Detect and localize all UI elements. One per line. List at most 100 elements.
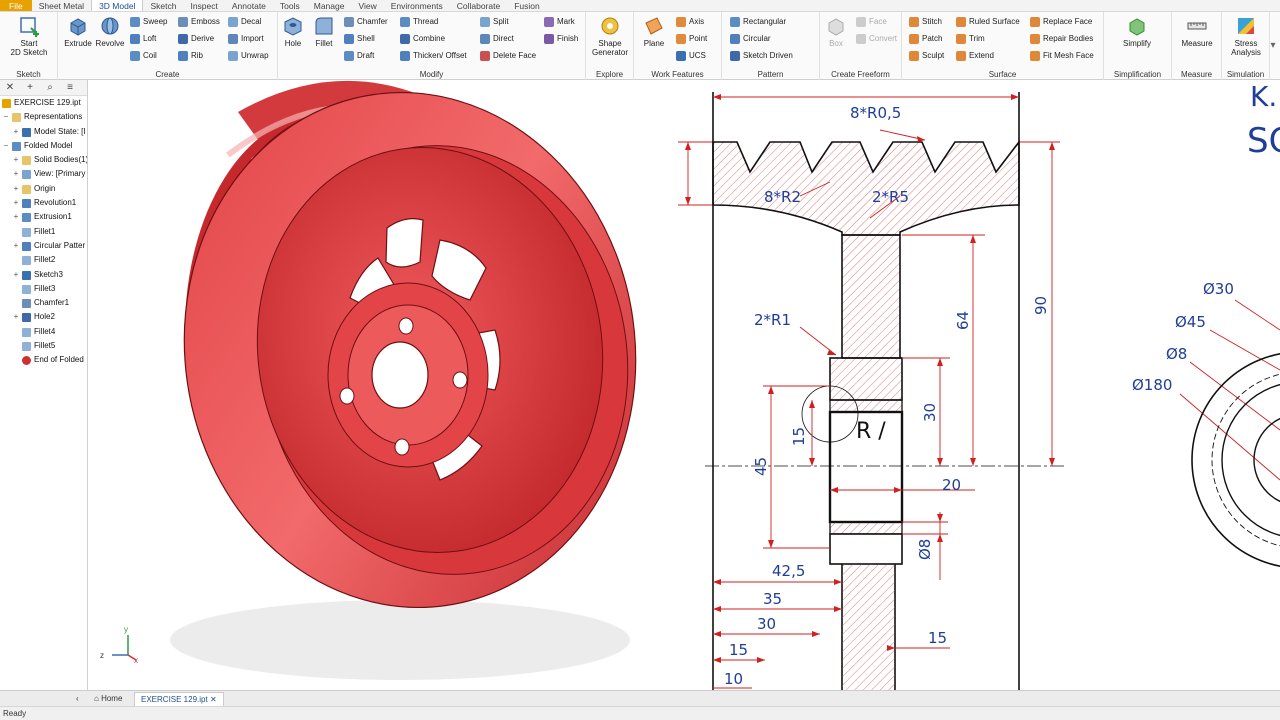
browser-node-fillet4[interactable]: Fillet4: [0, 325, 87, 339]
thread-button[interactable]: Thread: [400, 15, 438, 29]
menu-tab-view[interactable]: View: [351, 0, 383, 11]
expand-toggle-icon[interactable]: +: [12, 196, 20, 210]
menu-tab-3d-model[interactable]: 3D Model: [91, 0, 144, 11]
rectangular-pattern-button[interactable]: Rectangular: [730, 15, 786, 29]
sweep-button[interactable]: Sweep: [130, 15, 167, 29]
emboss-button[interactable]: Emboss: [178, 15, 220, 29]
split-button[interactable]: Split: [480, 15, 509, 29]
browser-node-model-state-i[interactable]: + Model State: [I: [0, 125, 87, 139]
browser-node-circular-patter[interactable]: + Circular Patter: [0, 239, 87, 253]
delete-face-button[interactable]: Delete Face: [480, 49, 536, 63]
expand-toggle-icon[interactable]: +: [12, 167, 20, 181]
sketch-driven-pattern-button[interactable]: Sketch Driven: [730, 49, 793, 63]
menu-tab-file[interactable]: File: [0, 0, 32, 11]
menu-tab-environments[interactable]: Environments: [384, 0, 450, 11]
decal-button[interactable]: Decal: [228, 15, 261, 29]
sculpt-button[interactable]: Sculpt: [909, 49, 944, 63]
menu-tab-fusion[interactable]: Fusion: [507, 0, 547, 11]
browser-node-exercise-129-ipt[interactable]: EXERCISE 129.ipt: [0, 96, 87, 110]
browser-node-fillet5[interactable]: Fillet5: [0, 339, 87, 353]
repair-bodies-button[interactable]: Repair Bodies: [1030, 32, 1093, 46]
loft-button[interactable]: Loft: [130, 32, 156, 46]
thicken-offset-button[interactable]: Thicken/ Offset: [400, 49, 467, 63]
search-icon[interactable]: ⌕: [40, 80, 60, 96]
expand-toggle-icon[interactable]: +: [12, 310, 20, 324]
graphics-viewport[interactable]: y z x 8*R0,5 8*R2 2*R5 2*R1 64 90 30 15 …: [88, 80, 1280, 690]
expand-toggle-icon[interactable]: +: [12, 182, 20, 196]
simplify-button[interactable]: Simplify: [1117, 15, 1157, 48]
browser-node-extrusion1[interactable]: + Extrusion1: [0, 210, 87, 224]
patch-button[interactable]: Patch: [909, 32, 942, 46]
shape-generator-button[interactable]: Shape Generator: [590, 15, 630, 57]
expand-toggle-icon[interactable]: +: [12, 210, 20, 224]
finish-button[interactable]: Finish: [544, 32, 578, 46]
point-button[interactable]: Point: [676, 32, 707, 46]
ucs-button[interactable]: UCS: [676, 49, 706, 63]
browser-node-revolution1[interactable]: + Revolution1: [0, 196, 87, 210]
fillet-button[interactable]: Fillet: [304, 15, 344, 48]
browser-node-fillet1[interactable]: Fillet1: [0, 225, 87, 239]
browser-node-hole2[interactable]: + Hole2: [0, 310, 87, 324]
browser-node-representations[interactable]: − Representations: [0, 110, 87, 124]
tab-home[interactable]: ⌂ Home: [88, 692, 128, 706]
close-tab-icon[interactable]: ✕: [210, 695, 217, 704]
stress-analysis-button[interactable]: Stress Analysis: [1226, 15, 1266, 57]
browser-node-folded-model[interactable]: − Folded Model: [0, 139, 87, 153]
measure-button[interactable]: Measure: [1177, 15, 1217, 48]
tab-exercise-129[interactable]: EXERCISE 129.ipt ✕: [134, 692, 224, 706]
unwrap-button[interactable]: Unwrap: [228, 49, 269, 63]
menu-tab-sketch[interactable]: Sketch: [143, 0, 183, 11]
revolve-button[interactable]: Revolve: [90, 15, 130, 48]
ribbon-options-button[interactable]: ▾: [1266, 12, 1280, 80]
menu-tab-tools[interactable]: Tools: [273, 0, 307, 11]
stitch-button[interactable]: Stitch: [909, 15, 942, 29]
draft-button[interactable]: Draft: [344, 49, 374, 63]
direct-button[interactable]: Direct: [480, 32, 514, 46]
expand-toggle-icon[interactable]: −: [2, 139, 10, 153]
menu-tab-sheet-metal[interactable]: Sheet Metal: [32, 0, 91, 11]
expand-toggle-icon[interactable]: +: [12, 125, 20, 139]
plane-button[interactable]: Plane: [634, 15, 674, 48]
convert-button[interactable]: Convert: [856, 32, 897, 46]
fit-mesh-face-button[interactable]: Fit Mesh Face: [1030, 49, 1094, 63]
menu-tab-annotate[interactable]: Annotate: [225, 0, 273, 11]
browser-node-end-of-folded[interactable]: End of Folded: [0, 353, 87, 367]
browser-node-view-primary[interactable]: + View: [Primary: [0, 167, 87, 181]
ruled-surface-button[interactable]: Ruled Surface: [956, 15, 1020, 29]
chamfer-button[interactable]: Chamfer: [344, 15, 388, 29]
browser-node-sketch3[interactable]: + Sketch3: [0, 268, 87, 282]
browser-node-solid-bodies-1[interactable]: + Solid Bodies(1): [0, 153, 87, 167]
rib-button[interactable]: Rib: [178, 49, 203, 63]
close-icon[interactable]: ✕: [0, 80, 20, 96]
box-button[interactable]: Box: [816, 15, 856, 48]
browser-node-fillet2[interactable]: Fillet2: [0, 253, 87, 267]
menu-tab-inspect[interactable]: Inspect: [183, 0, 224, 11]
circular-pattern-button[interactable]: Circular: [730, 32, 771, 46]
import-button[interactable]: Import: [228, 32, 264, 46]
expand-toggle-icon[interactable]: +: [12, 153, 20, 167]
axis-button[interactable]: Axis: [676, 15, 704, 29]
mark-button[interactable]: Mark: [544, 15, 575, 29]
browser-node-fillet3[interactable]: Fillet3: [0, 282, 87, 296]
shell-button[interactable]: Shell: [344, 32, 375, 46]
browser-node-chamfer1[interactable]: Chamfer1: [0, 296, 87, 310]
menu-tab-manage[interactable]: Manage: [307, 0, 352, 11]
extend-button[interactable]: Extend: [956, 49, 994, 63]
menu-tab-collaborate[interactable]: Collaborate: [450, 0, 507, 11]
pulley-3d-model[interactable]: [151, 80, 668, 680]
view-triad[interactable]: y z x: [100, 625, 138, 665]
trim-button[interactable]: Trim: [956, 32, 985, 46]
browser-node-origin[interactable]: + Origin: [0, 182, 87, 196]
expand-toggle-icon[interactable]: +: [12, 268, 20, 282]
combine-button[interactable]: Combine: [400, 32, 445, 46]
start-2d-sketch-button[interactable]: Start 2D Sketch: [9, 15, 49, 57]
derive-button[interactable]: Derive: [178, 32, 214, 46]
coil-button[interactable]: Coil: [130, 49, 157, 63]
expand-toggle-icon[interactable]: −: [2, 110, 10, 124]
scroll-left-icon[interactable]: ‹: [70, 692, 85, 706]
menu-icon[interactable]: ≡: [60, 80, 80, 96]
replace-face-button[interactable]: Replace Face: [1030, 15, 1092, 29]
expand-toggle-icon[interactable]: +: [12, 239, 20, 253]
add-icon[interactable]: +: [20, 80, 40, 96]
face-button[interactable]: Face: [856, 15, 887, 29]
